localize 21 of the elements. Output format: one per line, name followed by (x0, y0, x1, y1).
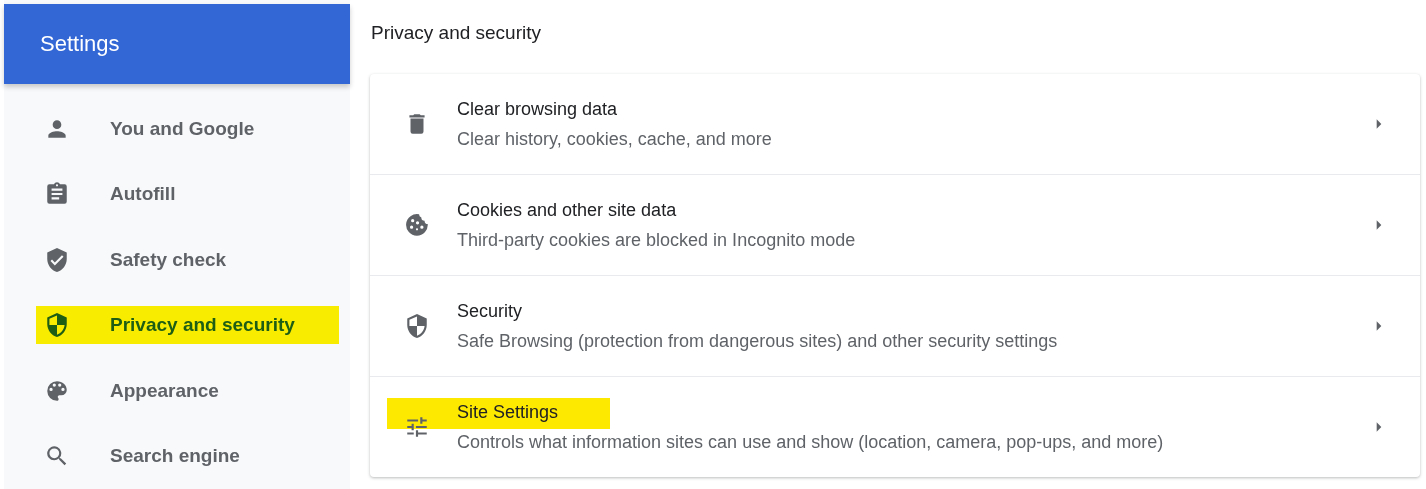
cookie-icon (404, 212, 430, 238)
sidebar-item[interactable]: Search engine (36, 437, 339, 476)
row-title[interactable]: Clear browsing data (457, 98, 618, 120)
row-subtitle: Controls what information sites can use and show (location, camera, pop-ups, and more) (457, 431, 1165, 453)
row-title[interactable]: Security (457, 300, 523, 322)
row-subtitle: Third-party cookies are blocked in Incognito mode (457, 229, 857, 251)
shield-icon (404, 313, 430, 339)
row-subtitle: Clear history, cookies, cache, and more (457, 128, 773, 150)
row-title[interactable]: Site Settings (387, 397, 611, 429)
sidebar-item[interactable]: Safety check (36, 240, 339, 279)
shield-check-icon (44, 246, 70, 273)
sidebar-item[interactable]: You and Google (36, 109, 339, 148)
section-title: Privacy and security (371, 22, 542, 45)
row-title[interactable]: Cookies and other site data (457, 199, 677, 221)
settings-title: Settings (40, 31, 120, 57)
sidebar-item[interactable]: Privacy and security (36, 306, 339, 345)
row-subtitle: Safe Browsing (protection from dangerous sites) and other security settings (457, 330, 1059, 352)
sidebar-item[interactable]: Appearance (36, 371, 339, 410)
sidebar-item[interactable]: Autofill (36, 175, 339, 214)
sliders-icon (404, 414, 430, 440)
shield-icon (44, 312, 70, 339)
